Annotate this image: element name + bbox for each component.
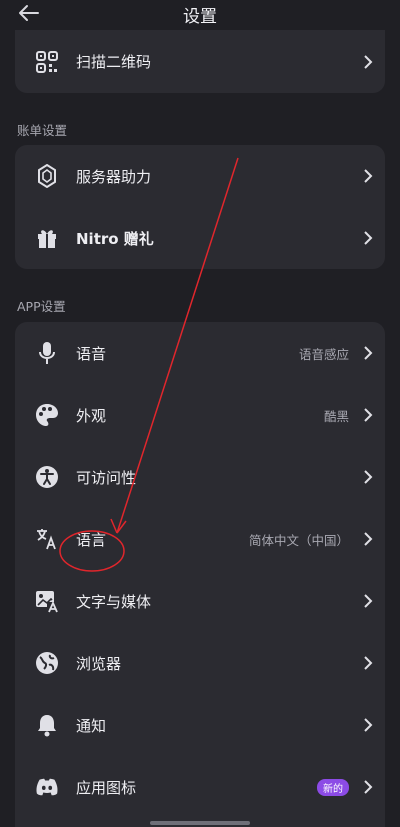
scan-card: 扫描二维码 xyxy=(15,30,385,93)
server-boost-label: 服务器助力 xyxy=(76,167,152,186)
notifications-label: 通知 xyxy=(76,716,107,735)
chevron-right-icon xyxy=(364,346,373,360)
browser-label: 浏览器 xyxy=(76,654,122,673)
app-section-label: APP设置 xyxy=(17,299,66,314)
scan-qr-row[interactable]: 扫描二维码 xyxy=(15,30,385,93)
app-settings-card: 语音 语音感应 外观 酷黑 可访问性 语言 简体中文（中国） 文字与媒体 浏览器… xyxy=(15,322,385,827)
nitro-gift-row[interactable]: Nitro 赠礼 xyxy=(15,207,385,269)
chevron-right-icon xyxy=(364,54,373,69)
top-bar: 设置 xyxy=(0,0,400,30)
new-badge: 新的 xyxy=(317,778,349,796)
language-label: 语言 xyxy=(76,530,107,549)
voice-label: 语音 xyxy=(76,344,107,363)
home-indicator xyxy=(150,821,250,825)
scan-qr-label: 扫描二维码 xyxy=(76,53,152,71)
chevron-right-icon xyxy=(364,718,373,732)
chevron-right-icon xyxy=(364,231,373,245)
page-title: 设置 xyxy=(183,7,217,27)
qr-scan-icon xyxy=(35,50,59,74)
chevron-right-icon xyxy=(364,780,373,794)
chevron-right-icon xyxy=(364,656,373,670)
accessibility-icon xyxy=(35,465,59,489)
gift-icon xyxy=(35,226,59,250)
chevron-right-icon xyxy=(364,594,373,608)
server-boost-row[interactable]: 服务器助力 xyxy=(15,145,385,207)
boost-icon xyxy=(35,164,59,188)
chevron-right-icon xyxy=(364,408,373,422)
voice-value: 语音感应 xyxy=(298,346,349,362)
accessibility-label: 可访问性 xyxy=(76,468,137,487)
voice-row[interactable]: 语音 语音感应 xyxy=(15,322,385,384)
translate-icon xyxy=(35,527,59,551)
app-icon-label: 应用图标 xyxy=(76,778,137,797)
language-row[interactable]: 语言 简体中文（中国） xyxy=(15,508,385,570)
language-value: 简体中文（中国） xyxy=(248,532,349,548)
chevron-right-icon xyxy=(364,532,373,546)
billing-card: 服务器助力 Nitro 赠礼 xyxy=(15,145,385,269)
discord-icon xyxy=(35,775,59,799)
appearance-row[interactable]: 外观 酷黑 xyxy=(15,384,385,446)
appearance-label: 外观 xyxy=(76,406,107,425)
billing-section-label: 账单设置 xyxy=(17,123,68,138)
text-media-label: 文字与媒体 xyxy=(76,592,152,611)
accessibility-row[interactable]: 可访问性 xyxy=(15,446,385,508)
app-icon-row[interactable]: 应用图标 新的 xyxy=(15,756,385,818)
palette-icon xyxy=(35,403,59,427)
nitro-gift-label: Nitro 赠礼 xyxy=(76,229,154,248)
appearance-value: 酷黑 xyxy=(323,408,349,424)
bell-icon xyxy=(35,713,59,737)
globe-icon xyxy=(35,651,59,675)
chevron-right-icon xyxy=(364,470,373,484)
text-media-row[interactable]: 文字与媒体 xyxy=(15,570,385,632)
microphone-icon xyxy=(35,341,59,365)
image-text-icon xyxy=(35,589,59,613)
chevron-right-icon xyxy=(364,169,373,183)
browser-row[interactable]: 浏览器 xyxy=(15,632,385,694)
notifications-row[interactable]: 通知 xyxy=(15,694,385,756)
